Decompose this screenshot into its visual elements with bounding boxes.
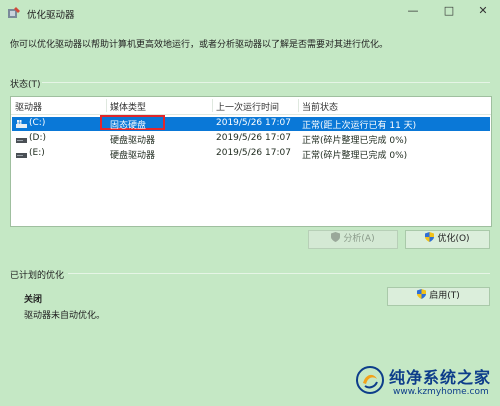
watermark-text: 纯净系统之家 xyxy=(389,368,492,387)
shield-icon xyxy=(331,232,341,242)
last-run-time: 2019/5/26 17:07 xyxy=(216,118,291,128)
last-run-time: 2019/5/26 17:07 xyxy=(216,148,291,158)
current-status: 正常(碎片整理已完成 0%) xyxy=(302,151,408,161)
drive-name: (E:) xyxy=(29,148,45,158)
close-button[interactable]: ✕ xyxy=(465,0,500,22)
media-type: 硬盘驱动器 xyxy=(110,136,156,146)
last-run-time: 2019/5/26 17:07 xyxy=(216,133,291,143)
media-type: 固态硬盘 xyxy=(110,121,147,131)
defrag-app-icon xyxy=(8,7,20,18)
column-separator xyxy=(106,99,107,112)
drive-name: (D:) xyxy=(29,133,46,143)
title-bar: 优化驱动器 — □ ✕ xyxy=(0,0,500,27)
table-row[interactable]: (C:) 固态硬盘 2019/5/26 17:07 正常(距上次运行已有 11 … xyxy=(12,115,490,131)
column-separator xyxy=(212,99,213,112)
schedule-state: 关闭 xyxy=(24,295,43,305)
description-text: 你可以优化驱动器以帮助计算机更高效地运行，或者分析驱动器以了解是否需要对其进行优… xyxy=(10,40,389,50)
divider xyxy=(68,273,490,274)
shield-icon xyxy=(417,289,427,299)
enable-label: 启用(T) xyxy=(429,291,460,301)
optimize-button[interactable]: 优化(O) xyxy=(405,230,490,249)
watermark: 纯净系统之家 www.kzmyhome.com xyxy=(355,362,495,402)
divider xyxy=(42,82,490,83)
table-row[interactable]: (E:) 硬盘驱动器 2019/5/26 17:07 正常(碎片整理已完成 0%… xyxy=(12,147,490,161)
drive-icon xyxy=(16,138,27,143)
windows-drive-icon xyxy=(16,120,27,128)
analyze-label: 分析(A) xyxy=(343,234,375,244)
drive-icon xyxy=(16,153,27,158)
column-header-last-run[interactable]: 上一次运行时间 xyxy=(216,100,279,113)
status-section-label: 状态(T) xyxy=(10,80,41,90)
optimize-label: 优化(O) xyxy=(437,234,470,244)
window-title: 优化驱动器 xyxy=(27,10,75,21)
watermark-logo-icon xyxy=(356,366,384,394)
enable-button[interactable]: 启用(T) xyxy=(387,287,490,306)
column-header-media[interactable]: 媒体类型 xyxy=(110,100,146,113)
table-header: 驱动器 媒体类型 上一次运行时间 当前状态 xyxy=(11,97,491,115)
column-separator xyxy=(298,99,299,112)
scheduled-section-label: 已计划的优化 xyxy=(10,271,65,281)
maximize-button[interactable]: □ xyxy=(431,0,467,22)
shield-icon xyxy=(425,232,435,242)
drive-list[interactable]: 驱动器 媒体类型 上一次运行时间 当前状态 (C:) 固态硬盘 2019/5/2… xyxy=(10,96,492,227)
column-header-drive[interactable]: 驱动器 xyxy=(15,100,42,113)
drive-name: (C:) xyxy=(29,118,46,128)
watermark-url: www.kzmyhome.com xyxy=(393,387,489,397)
current-status: 正常(距上次运行已有 11 天) xyxy=(302,121,417,131)
current-status: 正常(碎片整理已完成 0%) xyxy=(302,136,408,146)
media-type: 硬盘驱动器 xyxy=(110,151,156,161)
column-header-status[interactable]: 当前状态 xyxy=(302,100,338,113)
analyze-button[interactable]: 分析(A) xyxy=(308,230,398,249)
minimize-button[interactable]: — xyxy=(395,0,431,22)
schedule-detail: 驱动器未自动优化。 xyxy=(24,311,106,321)
table-row[interactable]: (D:) 硬盘驱动器 2019/5/26 17:07 正常(碎片整理已完成 0%… xyxy=(12,132,490,146)
